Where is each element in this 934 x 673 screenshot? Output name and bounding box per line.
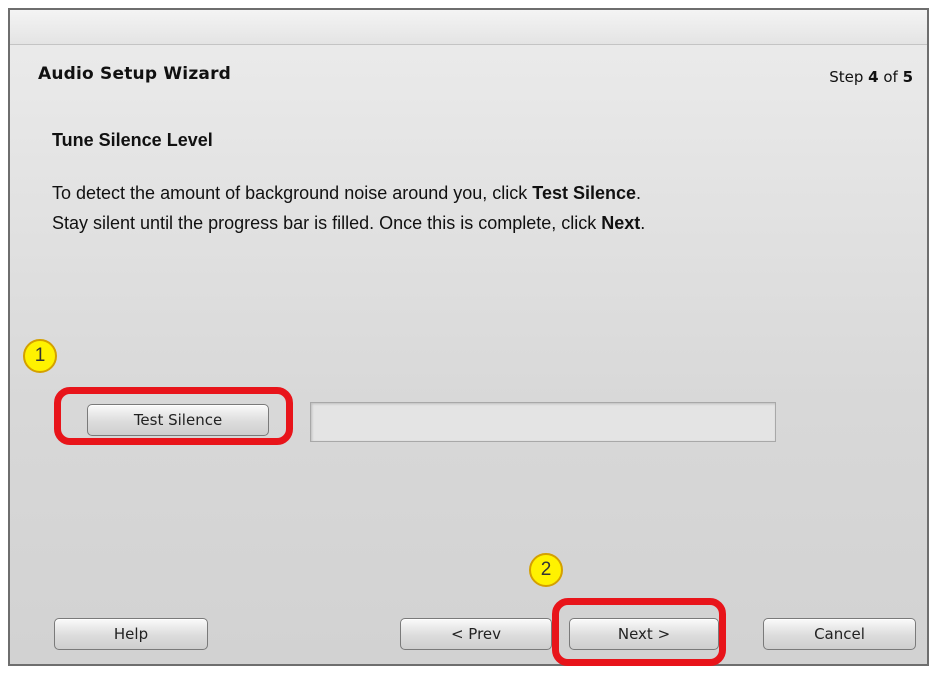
step-indicator: Step 4 of 5 [829, 68, 913, 86]
instructions-text: To detect the amount of background noise… [52, 178, 892, 238]
step-prefix: Step [829, 68, 869, 86]
step-marker-1: 1 [23, 339, 57, 373]
step-marker-2: 2 [529, 553, 563, 587]
instruction-line-2: Stay silent until the progress bar is fi… [52, 208, 892, 238]
step-total: 5 [902, 68, 913, 86]
step-current: 4 [868, 68, 879, 86]
step-mid: of [878, 68, 903, 86]
instruction-line-1-bold: Test Silence [532, 183, 637, 203]
silence-progress-bar [310, 402, 776, 442]
wizard-title: Audio Setup Wizard [38, 64, 232, 84]
instruction-line-2-bold: Next [601, 213, 641, 233]
instruction-line-2-text: Stay silent until the progress bar is fi… [52, 213, 602, 233]
help-button[interactable]: Help [54, 618, 208, 650]
instruction-line-1-end: . [636, 183, 642, 203]
instruction-line-1: To detect the amount of background noise… [52, 178, 892, 208]
instruction-line-1-text: To detect the amount of background noise… [52, 183, 533, 203]
section-title: Tune Silence Level [52, 130, 213, 150]
cancel-button[interactable]: Cancel [763, 618, 916, 650]
window-titlebar [10, 10, 927, 45]
prev-button[interactable]: < Prev [400, 618, 552, 650]
test-silence-highlight [54, 387, 293, 445]
instruction-line-2-end: . [640, 213, 646, 233]
audio-setup-wizard-window: Audio Setup Wizard Step 4 of 5 Tune Sile… [8, 8, 929, 666]
next-button-highlight [552, 598, 726, 666]
